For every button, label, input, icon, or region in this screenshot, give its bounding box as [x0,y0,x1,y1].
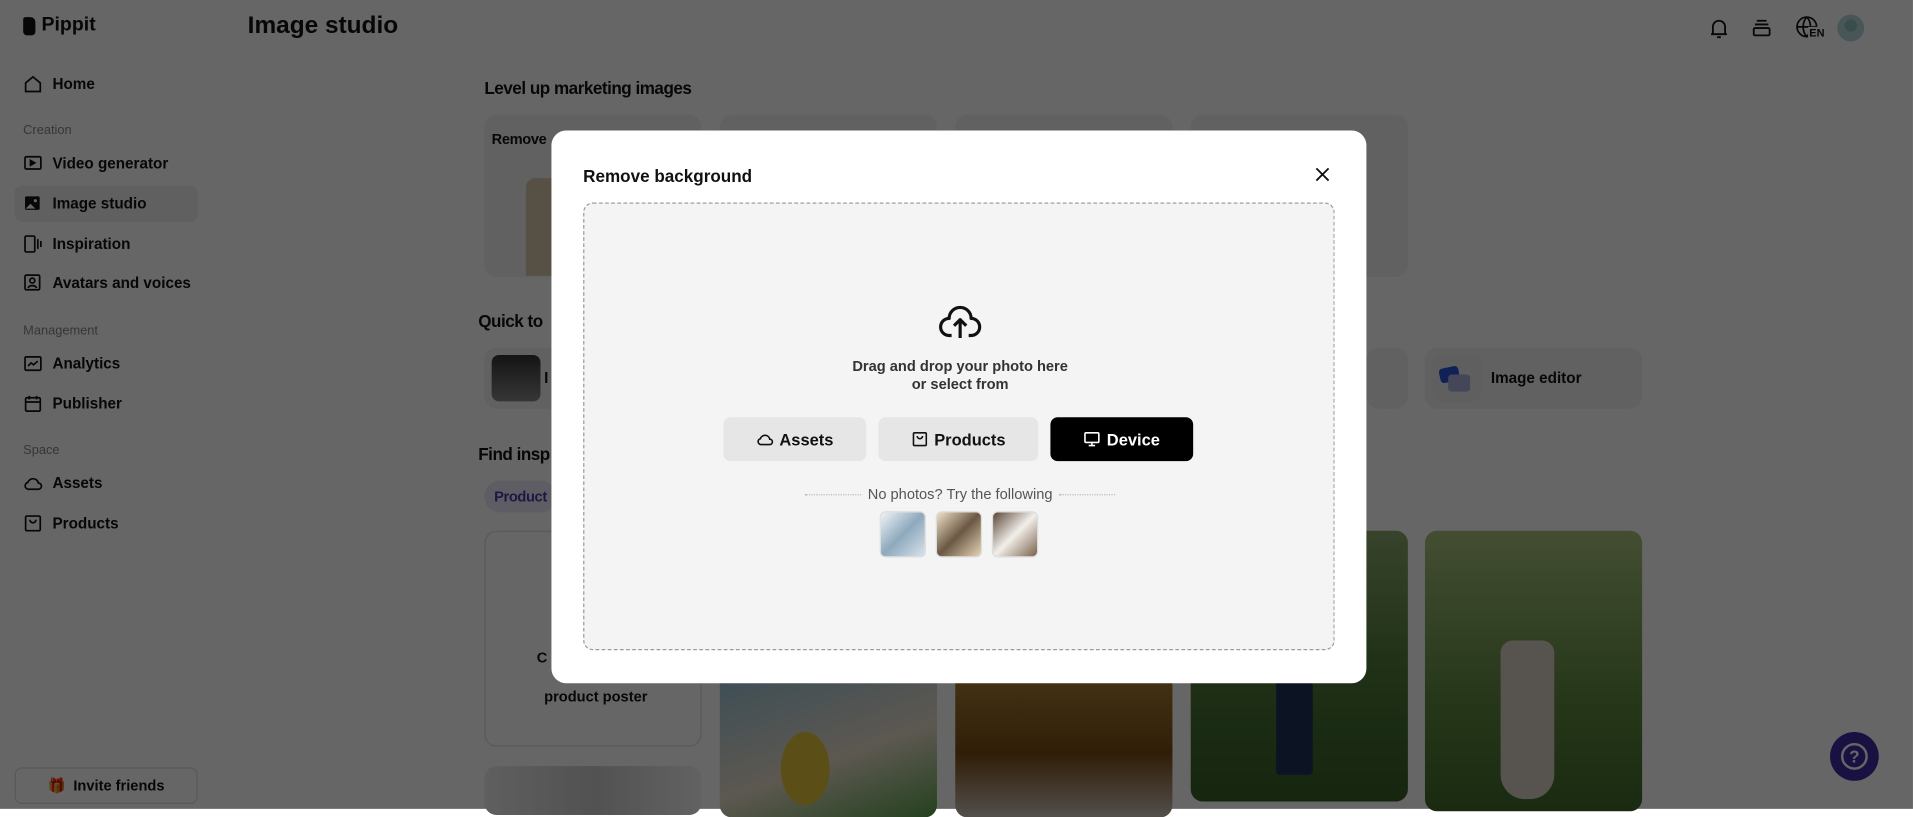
quick-tool-thumbnail [491,355,541,402]
divider [805,493,862,495]
sample-prompt-text: No photos? Try the following [867,485,1053,503]
sidebar-item-label: Analytics [52,355,121,373]
sidebar-item-label: Assets [52,474,103,492]
poster-card-line1: C [536,649,548,667]
sidebar-item-video-generator[interactable]: Video generator [15,145,198,182]
remove-background-modal: Remove background Drag and drop your pho… [551,130,1367,684]
quick-tool-label: I [544,369,549,387]
dropzone[interactable]: Drag and drop your photo here or select … [583,202,1336,651]
cloud-icon [24,477,43,491]
sidebar-item-label: Products [52,514,119,532]
section-title-level-up: Level up marketing images [484,78,692,98]
sidebar-item-avatars[interactable]: Avatars and voices [15,265,198,302]
image-icon [25,196,40,210]
sidebar-item-label: Avatars and voices [52,274,191,292]
logo-icon [23,16,36,35]
invite-friends-button[interactable]: 🎁 Invite friends [14,767,198,804]
logo-text: Pippit [41,14,96,36]
product-icon [24,515,42,532]
products-button[interactable]: Products [878,417,1039,462]
sidebar-item-label: Image studio [52,195,147,213]
close-icon[interactable] [1313,165,1333,185]
drop-instruction-secondary: or select from [911,375,1009,393]
section-title-quick-tools: Quick to [478,311,543,331]
sidebar-item-publisher[interactable]: Publisher [15,386,198,423]
sidebar-item-assets[interactable]: Assets [15,465,198,502]
sample-image-earbuds[interactable] [879,511,926,558]
sidebar-item-products[interactable]: Products [15,505,198,542]
layers-icon[interactable] [1749,16,1773,40]
sidebar-item-label: Home [52,75,95,93]
quick-tool-image-editor[interactable]: Image editor [1424,347,1643,409]
sidebar-item-image-studio[interactable]: Image studio [14,185,198,223]
avatar-head-icon [1844,19,1857,32]
section-creation: Creation [23,123,72,138]
sample-image-chair[interactable] [991,511,1039,558]
image-editor-icon [1432,355,1482,402]
section-title-find-inspiration: Find insp [478,444,550,464]
bell-icon[interactable] [1707,16,1731,40]
language-code: EN [1808,26,1826,40]
cloud-upload-icon [939,305,982,338]
section-space: Space [23,442,60,458]
sample-prompt: No photos? Try the following [584,486,1336,503]
language-selector[interactable]: EN [1795,15,1827,42]
divider [1058,493,1115,495]
sidebar-item-inspiration[interactable]: Inspiration [15,226,198,263]
sidebar-item-label: Video generator [52,154,169,173]
gift-icon: 🎁 [47,777,67,795]
page-title: Image studio [247,12,399,40]
sample-image-palette[interactable] [935,511,983,558]
question-icon: ? [1840,742,1868,770]
assets-button[interactable]: Assets [723,417,867,462]
sidebar-item-label: Publisher [52,395,122,413]
page: Pippit Image studio Home Creation Video … [0,0,1913,817]
filter-pill-product[interactable]: Product [484,480,557,513]
modal-title: Remove background [583,165,753,186]
cloud-icon [757,434,773,446]
section-management: Management [23,323,98,338]
video-icon [24,155,42,170]
sidebar-item-home[interactable]: Home [15,66,198,103]
help-button[interactable]: ? [1830,732,1879,781]
invite-label: Invite friends [73,777,165,795]
products-label: Products [934,430,1006,449]
drop-instruction: Drag and drop your photo here [852,357,1068,375]
device-button[interactable]: Device [1050,417,1194,462]
avatar[interactable] [1837,14,1865,42]
poster-card-line2: product poster [544,688,648,706]
calendar-icon [24,395,42,412]
assets-label: Assets [779,430,834,449]
sidebar-item-label: Inspiration [52,235,131,253]
product-icon [912,431,927,447]
inspiration-image[interactable] [484,766,702,815]
quick-tool-label: Image editor [1490,369,1582,387]
quick-tool-card[interactable] [1366,347,1408,409]
inspiration-icon [24,235,42,253]
device-label: Device [1106,430,1160,449]
feature-card-label: Remove [491,130,547,148]
sidebar-item-analytics[interactable]: Analytics [15,345,198,382]
analytics-icon [24,355,42,372]
avatar-icon [24,274,41,291]
home-icon [24,75,42,93]
monitor-icon [1084,431,1100,447]
inspiration-image[interactable] [1424,530,1643,812]
logo[interactable]: Pippit [23,15,96,37]
